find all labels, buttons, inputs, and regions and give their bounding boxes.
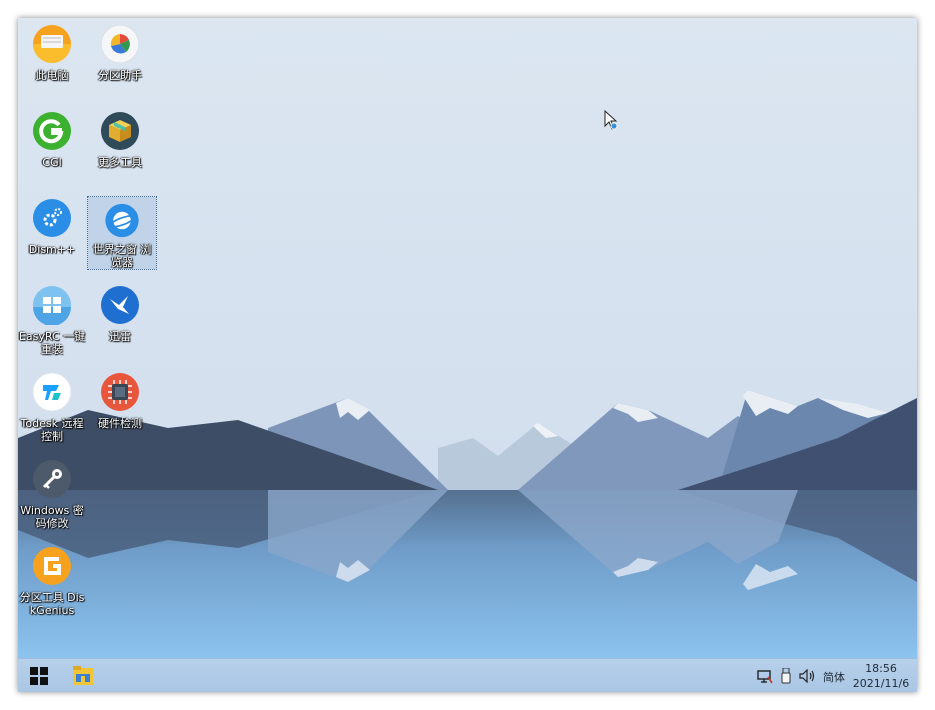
desktop-icon-partition-assistant[interactable]: 分区助手 (86, 18, 154, 82)
file-explorer-icon[interactable] (73, 666, 93, 685)
desktop-icon-dism[interactable]: Dism++ (18, 192, 86, 256)
more-tools-icon (101, 112, 139, 150)
desktop-icon-cgi[interactable]: CGI (18, 105, 86, 169)
this-pc-icon (33, 25, 71, 63)
desktop-icon-label: 分区工具 DiskGenius (19, 591, 85, 617)
taskbar: 简体 18:56 2021/11/6 (18, 658, 917, 692)
ime-indicator[interactable]: 简体 (823, 669, 845, 685)
desktop-icon-label: Dism++ (28, 243, 76, 256)
cgi-icon (33, 112, 71, 150)
desktop-icon-label: 分区助手 (98, 69, 142, 82)
diskgenius-icon (33, 547, 71, 585)
desktop-icon-easyrc[interactable]: EasyRC 一键重装 (18, 279, 86, 356)
desktop-icon-label: 硬件检测 (98, 417, 142, 430)
desktop-icon-windows-password[interactable]: Windows 密码修改 (18, 453, 86, 530)
mouse-cursor-icon (604, 110, 618, 130)
key-icon (33, 460, 71, 498)
network-icon[interactable] (757, 670, 773, 684)
desktop-icon-label: 迅雷 (109, 330, 131, 343)
desktop-icon-label: Windows 密码修改 (20, 504, 84, 530)
todesk-icon (32, 372, 72, 412)
desktop-icon-more-tools[interactable]: 更多工具 (86, 105, 154, 169)
desktop-icon-label: 更多工具 (98, 156, 142, 169)
desktop-icon-this-pc[interactable]: 此电脑 (18, 18, 86, 82)
desktop-screen: 此电脑 分区助手 CGI 更多工具 Dism++ 世界之窗 浏览器 EasyRC… (18, 18, 917, 692)
desktop-icon-theworld-browser[interactable]: 世界之窗 浏览器 (87, 196, 157, 270)
partition-assistant-icon (100, 24, 140, 64)
desktop-icon-diskgenius[interactable]: 分区工具 DiskGenius (18, 540, 86, 617)
usb-icon[interactable] (781, 668, 791, 684)
desktop-icon-label: 此电脑 (35, 69, 69, 82)
clock[interactable]: 18:56 2021/11/6 (850, 661, 912, 691)
desktop-icon-todesk[interactable]: Todesk 远程控制 (18, 366, 86, 443)
desktop-icon-label: 世界之窗 浏览器 (92, 243, 152, 269)
volume-icon[interactable] (799, 669, 817, 683)
windows-start-icon[interactable] (30, 667, 48, 685)
easyrc-icon (33, 286, 71, 325)
clock-time: 18:56 (865, 662, 897, 675)
desktop-icon-label: Todesk 远程控制 (20, 417, 84, 443)
theworld-browser-icon (105, 203, 139, 238)
desktop-icon-thunder[interactable]: 迅雷 (86, 279, 154, 343)
desktop-icon-hardware-detect[interactable]: 硬件检测 (86, 366, 154, 430)
dism-icon (33, 199, 71, 237)
thunder-icon (101, 286, 139, 324)
clock-date: 2021/11/6 (852, 677, 910, 690)
desktop-icon-label: CGI (42, 156, 62, 169)
desktop-icon-label: EasyRC 一键重装 (18, 330, 86, 356)
hardware-detect-icon (101, 373, 139, 411)
